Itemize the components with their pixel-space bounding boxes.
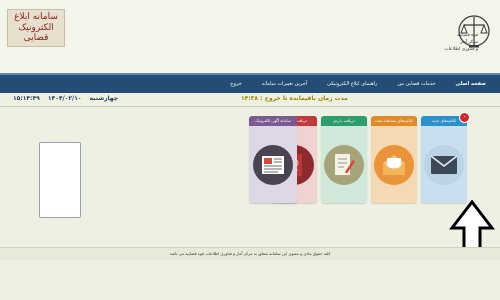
copyright-text: کلیه حقوق مادی و معنوی این سامانه متعلق … xyxy=(169,251,331,256)
session-timer: مدت زمان باقیمانده تا خروج : ۱۴:۳۸ xyxy=(241,95,348,102)
tile-electronic-ads[interactable]: سامانه آگهی الکترونیک xyxy=(249,116,297,203)
system-logo: سامانه ابلاغ الکترونیک قضایی xyxy=(7,9,65,47)
new-notice-badge: ۰ xyxy=(459,112,470,123)
document-pen-icon xyxy=(324,144,364,185)
emblem-line: مرکز آمار xyxy=(459,40,478,45)
clock: ۱۵:۱۴:۴۹ xyxy=(13,95,40,102)
newspaper-icon xyxy=(253,144,293,185)
tile-header: سامانه آگهی الکترونیک xyxy=(249,116,297,126)
tile-header: دریافت با رمز xyxy=(321,116,367,126)
session-label: مدت زمان باقیمانده تا خروج : xyxy=(260,95,348,102)
emblem-line: قوه قضاییه xyxy=(457,33,478,38)
nav-home[interactable]: صفحه اصلی xyxy=(446,81,496,87)
nav-my-services[interactable]: خدمات قضایی من xyxy=(387,81,445,87)
logo-text: سامانه ابلاغ الکترونیک قضایی xyxy=(14,12,58,44)
nav-guide[interactable]: راهنمای ابلاغ الکترونیکی xyxy=(317,81,387,87)
tile-new-notices[interactable]: ابلاغیه‌های جدید ۰ xyxy=(421,112,470,203)
date: ۱۴۰۴/۰۲/۱۰ xyxy=(47,95,82,102)
emblem-line: و فناوری اطلاعات xyxy=(444,47,478,52)
date-time: چهارشنبه ۱۴۰۴/۰۲/۱۰ ۱۵:۱۴:۴۹ xyxy=(13,95,124,102)
envelope-icon xyxy=(424,144,464,185)
footer: کلیه حقوق مادی و معنوی این سامانه متعلق … xyxy=(0,247,500,260)
tile-header: ابلاغیه‌های مشاهده شده xyxy=(371,116,417,126)
header: سامانه ابلاغ الکترونیک قضایی قوه قضاییه … xyxy=(0,0,500,73)
side-panel xyxy=(39,142,81,218)
status-bar: مدت زمان باقیمانده تا خروج : ۱۴:۳۸ چهارش… xyxy=(0,93,500,107)
main-navbar: صفحه اصلی خدمات قضایی من راهنمای ابلاغ ا… xyxy=(0,73,500,93)
tile-receive-by-code[interactable]: دریافت با رمز xyxy=(321,116,367,203)
session-value: ۱۴:۳۸ xyxy=(241,95,259,102)
open-envelope-icon xyxy=(374,144,414,185)
nav-logout[interactable]: خروج xyxy=(220,81,252,87)
tile-viewed-notices[interactable]: ابلاغیه‌های مشاهده شده xyxy=(371,116,417,203)
nav-latest-changes[interactable]: آخرین تغییرات سامانه xyxy=(252,81,317,87)
weekday: چهارشنبه xyxy=(89,95,119,102)
emblem-caption: قوه قضاییه مرکز آمار و فناوری اطلاعات xyxy=(418,32,478,53)
